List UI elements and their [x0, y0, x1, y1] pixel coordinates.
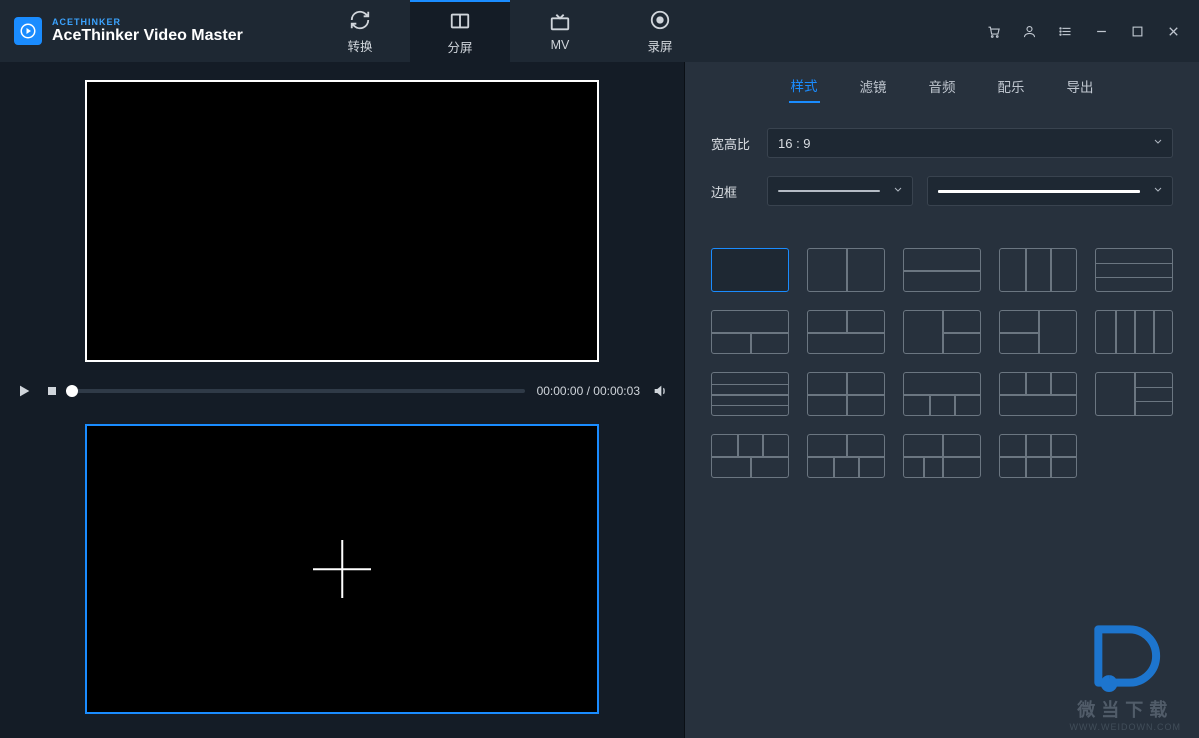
layout-3top-bottom[interactable] [999, 372, 1077, 416]
title-bar: ACETHINKER AceThinker Video Master 转换 分屏… [0, 0, 1199, 62]
layout-mix-c[interactable] [903, 434, 981, 478]
right-tabs: 样式 滤镜 音频 配乐 导出 [685, 62, 1199, 110]
tab-split[interactable]: 分屏 [410, 0, 510, 62]
layout-mix-a[interactable] [711, 434, 789, 478]
layout-grid [685, 224, 1199, 478]
tab-convert[interactable]: 转换 [310, 0, 410, 62]
watermark-text: 微当下载 [1070, 696, 1181, 722]
play-button[interactable] [16, 383, 32, 399]
tab-audio[interactable]: 音频 [927, 70, 958, 102]
layout-2x2[interactable] [807, 372, 885, 416]
player-controls: 00:00:00 / 00:00:03 [0, 372, 684, 410]
tab-music[interactable]: 配乐 [996, 70, 1027, 102]
window-controls [985, 23, 1199, 39]
layout-3row[interactable] [1095, 248, 1173, 292]
brand-small: ACETHINKER [52, 17, 243, 27]
layout-2row[interactable] [903, 248, 981, 292]
aspect-label: 宽高比 [711, 134, 755, 153]
border-label: 边框 [711, 182, 755, 201]
aspect-select[interactable]: 16 : 9 [767, 128, 1173, 158]
layout-2left-right[interactable] [999, 310, 1077, 354]
close-icon[interactable] [1165, 23, 1181, 39]
main-tabs: 转换 分屏 MV 录屏 [310, 0, 710, 62]
seek-slider[interactable] [72, 389, 525, 393]
record-icon [649, 8, 671, 32]
seek-thumb[interactable] [66, 385, 78, 397]
tab-mv[interactable]: MV [510, 0, 610, 62]
layout-left-2right[interactable] [903, 310, 981, 354]
tab-record-label: 录屏 [647, 36, 672, 55]
tv-icon [549, 10, 571, 34]
layout-editor[interactable] [85, 424, 599, 714]
refresh-icon [349, 8, 371, 32]
chevron-down-icon [892, 184, 904, 199]
layout-1x1[interactable] [711, 248, 789, 292]
layout-mix-b[interactable] [807, 434, 885, 478]
time-display: 00:00:00 / 00:00:03 [537, 384, 640, 398]
layout-4row[interactable] [711, 372, 789, 416]
layout-2top-bottom[interactable] [807, 310, 885, 354]
preview-panel: 00:00:00 / 00:00:03 [0, 62, 685, 738]
layout-3x2[interactable] [999, 434, 1077, 478]
properties-panel: 样式 滤镜 音频 配乐 导出 宽高比 16 : 9 边框 [685, 62, 1199, 738]
cart-icon[interactable] [985, 23, 1001, 39]
brand-title: AceThinker Video Master [52, 27, 243, 45]
watermark-logo-icon [1080, 616, 1170, 696]
chevron-down-icon [1152, 136, 1164, 151]
add-media-icon[interactable] [313, 540, 371, 598]
layout-3col[interactable] [999, 248, 1077, 292]
tab-convert-label: 转换 [347, 36, 372, 55]
watermark: 微当下载 WWW.WEIDOWN.COM [1070, 616, 1181, 732]
tab-mv-label: MV [551, 38, 570, 52]
tab-record[interactable]: 录屏 [610, 0, 710, 62]
tab-split-label: 分屏 [447, 37, 472, 56]
watermark-url: WWW.WEIDOWN.COM [1070, 722, 1181, 732]
layout-top-3bottom[interactable] [903, 372, 981, 416]
volume-icon[interactable] [652, 383, 668, 399]
tab-filter[interactable]: 滤镜 [858, 70, 889, 102]
aspect-value: 16 : 9 [778, 136, 811, 151]
border-color-select[interactable] [927, 176, 1173, 206]
user-icon[interactable] [1021, 23, 1037, 39]
tab-export[interactable]: 导出 [1065, 70, 1096, 102]
border-style-select[interactable] [767, 176, 913, 206]
layout-left-3right[interactable] [1095, 372, 1173, 416]
menu-list-icon[interactable] [1057, 23, 1073, 39]
app-logo-icon [14, 17, 42, 45]
maximize-icon[interactable] [1129, 23, 1145, 39]
split-screen-icon [449, 9, 471, 33]
minimize-icon[interactable] [1093, 23, 1109, 39]
layout-4col[interactable] [1095, 310, 1173, 354]
stop-button[interactable] [44, 383, 60, 399]
video-preview[interactable] [85, 80, 599, 362]
chevron-down-icon [1152, 184, 1164, 199]
brand: ACETHINKER AceThinker Video Master [0, 17, 310, 45]
layout-top-2bottom[interactable] [711, 310, 789, 354]
layout-2col[interactable] [807, 248, 885, 292]
tab-style[interactable]: 样式 [789, 69, 820, 103]
